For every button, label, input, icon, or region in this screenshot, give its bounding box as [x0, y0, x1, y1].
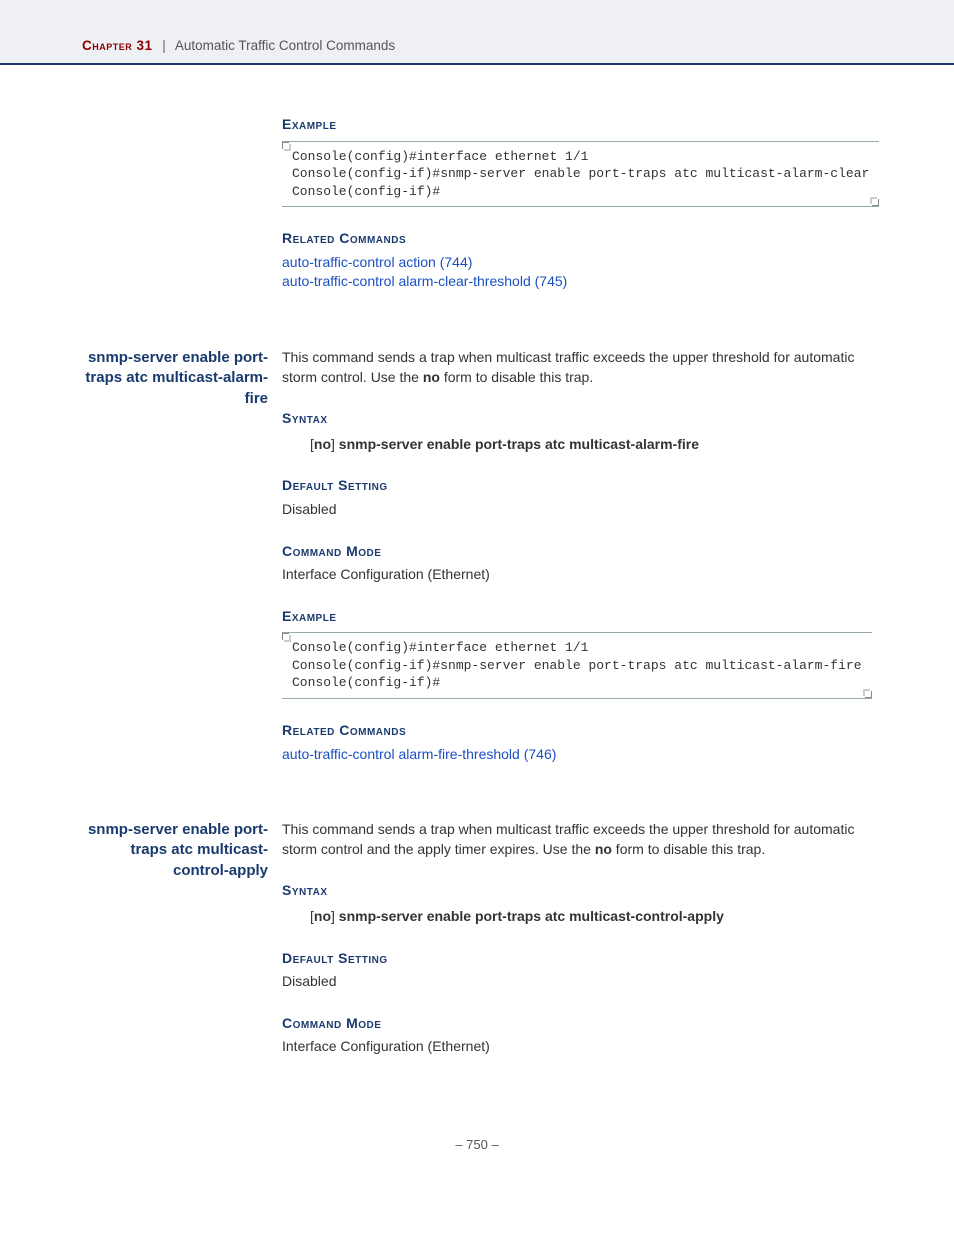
default-value: Disabled: [282, 500, 872, 520]
command-description: This command sends a trap when multicast…: [282, 820, 872, 859]
heading-syntax: Syntax: [282, 409, 872, 429]
command-name-side: snmp-server enable port-traps atc multic…: [82, 820, 282, 881]
mode-value: Interface Configuration (Ethernet): [282, 1037, 872, 1057]
related-link[interactable]: auto-traffic-control action (744): [282, 253, 879, 273]
default-value: Disabled: [282, 972, 872, 992]
section-2-main: This command sends a trap when multicast…: [282, 348, 872, 764]
syntax-line: [no] snmp-server enable port-traps atc m…: [310, 435, 872, 455]
desc-post: form to disable this trap.: [440, 369, 593, 385]
heading-example: Example: [282, 607, 872, 627]
command-description: This command sends a trap when multicast…: [282, 348, 872, 387]
heading-default: Default Setting: [282, 476, 872, 496]
desc-bold: no: [595, 841, 612, 857]
page-footer: – 750 –: [82, 1137, 872, 1152]
section-2: snmp-server enable port-traps atc multic…: [82, 348, 872, 764]
mode-value: Interface Configuration (Ethernet): [282, 565, 872, 585]
heading-syntax: Syntax: [282, 881, 872, 901]
syntax-no: no: [314, 436, 331, 452]
desc-pre: This command sends a trap when multicast…: [282, 821, 854, 857]
section-3-main: This command sends a trap when multicast…: [282, 820, 872, 1057]
syntax-no: no: [314, 908, 331, 924]
header-separator: |: [162, 38, 166, 53]
header-title: Automatic Traffic Control Commands: [175, 38, 395, 53]
section-1-main: Example Console(config)#interface ethern…: [282, 115, 879, 292]
code-block-1: Console(config)#interface ethernet 1/1 C…: [282, 141, 879, 208]
page-body: Example Console(config)#interface ethern…: [0, 65, 954, 1192]
heading-mode: Command Mode: [282, 1014, 872, 1034]
syntax-line: [no] snmp-server enable port-traps atc m…: [310, 907, 872, 927]
syntax-cmd: snmp-server enable port-traps atc multic…: [335, 436, 699, 452]
desc-post: form to disable this trap.: [612, 841, 765, 857]
syntax-cmd: snmp-server enable port-traps atc multic…: [335, 908, 724, 924]
heading-example: Example: [282, 115, 879, 135]
heading-mode: Command Mode: [282, 542, 872, 562]
command-name-side: snmp-server enable port-traps atc multic…: [82, 348, 282, 409]
heading-related: Related Commands: [282, 721, 872, 741]
related-link[interactable]: auto-traffic-control alarm-fire-threshol…: [282, 745, 872, 765]
code-block-2: Console(config)#interface ethernet 1/1 C…: [282, 632, 872, 699]
header-inner: Chapter 31 | Automatic Traffic Control C…: [0, 38, 954, 53]
page-header: Chapter 31 | Automatic Traffic Control C…: [0, 0, 954, 65]
chapter-label: Chapter 31: [82, 38, 153, 53]
section-1: Example Console(config)#interface ethern…: [82, 115, 872, 292]
section-3: snmp-server enable port-traps atc multic…: [82, 820, 872, 1057]
desc-bold: no: [423, 369, 440, 385]
heading-default: Default Setting: [282, 949, 872, 969]
related-link[interactable]: auto-traffic-control alarm-clear-thresho…: [282, 272, 879, 292]
heading-related: Related Commands: [282, 229, 879, 249]
